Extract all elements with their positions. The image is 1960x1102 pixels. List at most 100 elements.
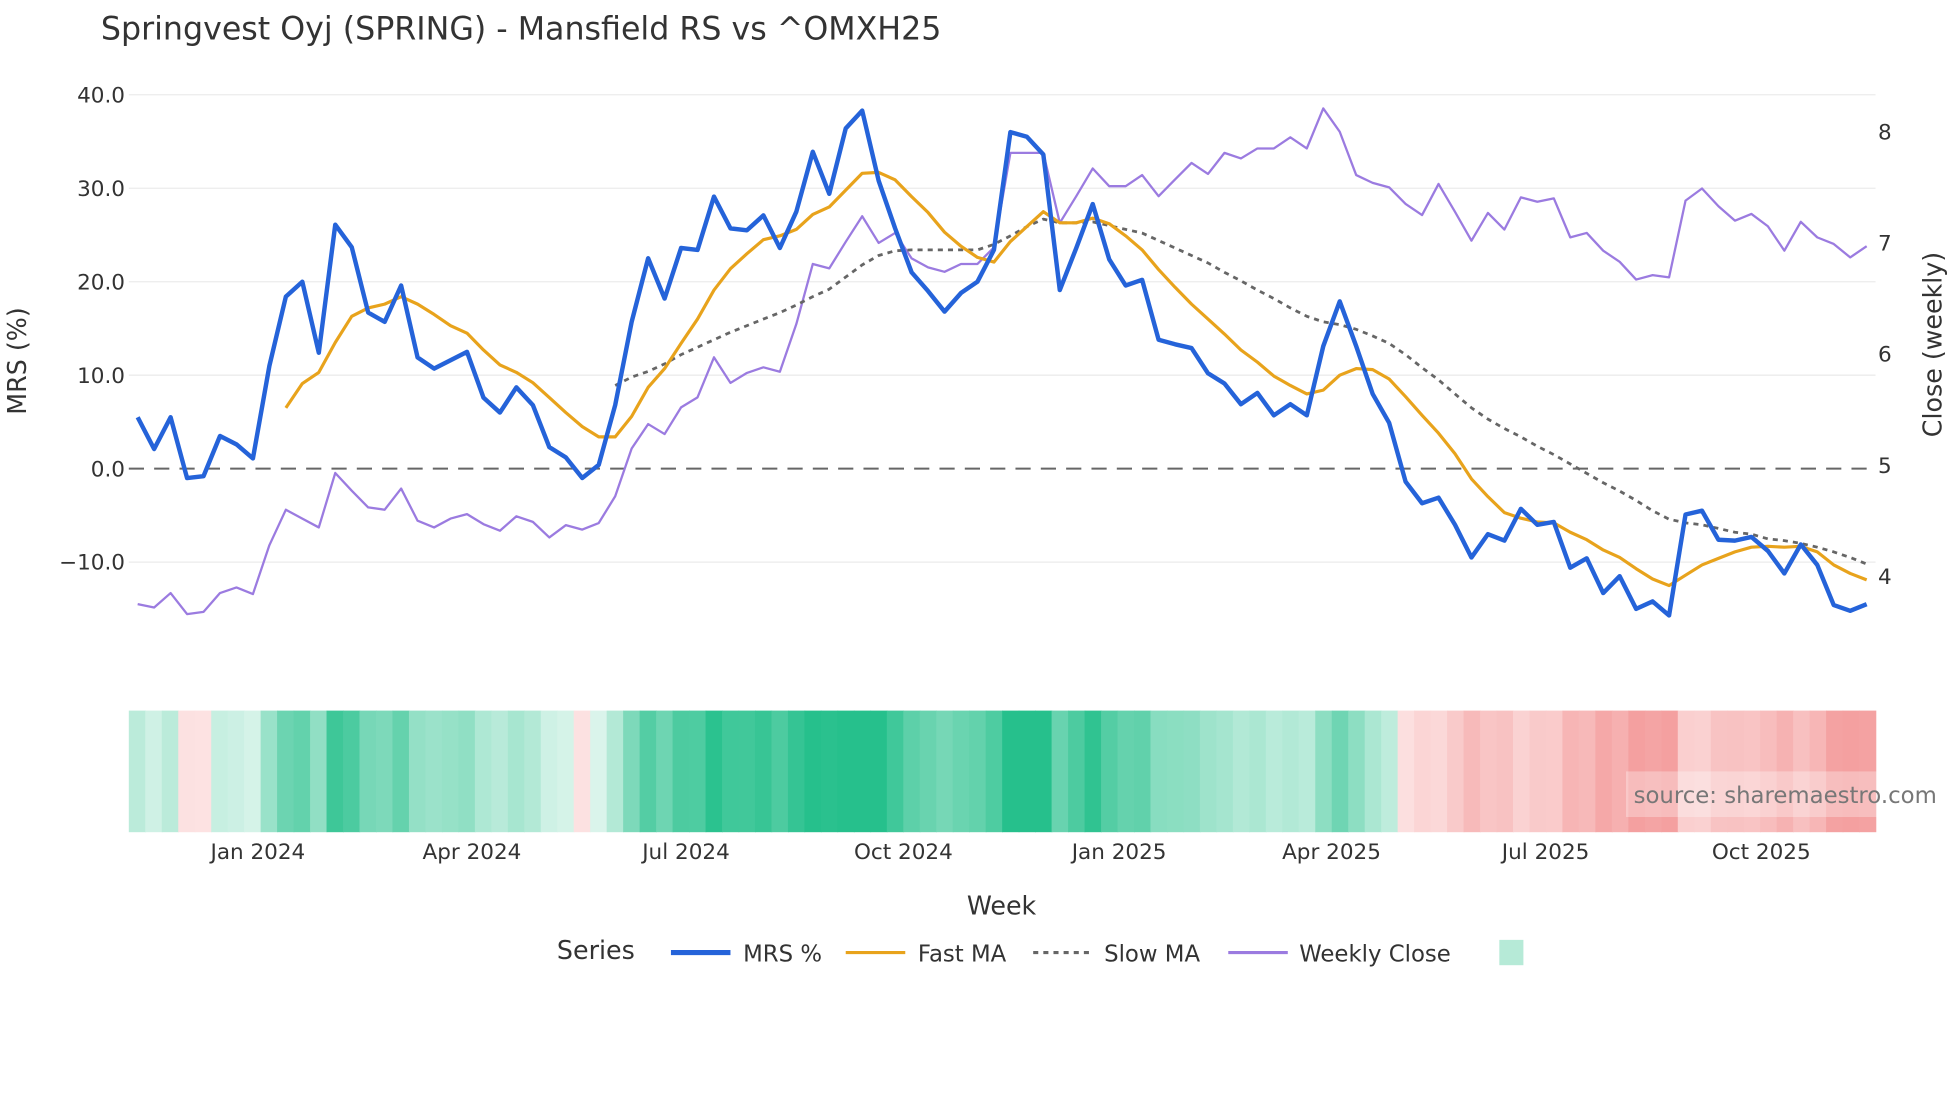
heatmap-cell — [804, 710, 822, 833]
heatmap-cell — [540, 710, 559, 833]
heatmap-cell — [557, 710, 575, 833]
heatmap-cell — [161, 710, 179, 833]
x-tick-label: Jul 2025 — [1500, 840, 1590, 865]
heatmap-cell — [1447, 710, 1465, 833]
y-axis-ticks: 40.0 30.0 20.0 10.0 0.0 −10.0 — [59, 83, 125, 575]
heatmap-cell — [425, 710, 443, 833]
heatmap-cell — [227, 710, 245, 833]
heatmap-cell — [870, 710, 888, 833]
heatmap-cell — [1051, 710, 1069, 833]
heatmap-cell — [1018, 710, 1036, 833]
y-axis-title: MRS (%) — [2, 307, 32, 414]
legend-label: Fast MA — [918, 941, 1007, 967]
heatmap-cell — [178, 710, 196, 833]
heatmap-cell — [1595, 710, 1613, 833]
heatmap-cell — [1414, 710, 1432, 833]
heatmap-cell — [1578, 710, 1597, 833]
heatmap-cell — [787, 710, 806, 833]
heatmap-cell — [672, 710, 690, 833]
heatmap-cell — [211, 710, 229, 833]
heatmap-cell — [853, 710, 872, 833]
heatmap-cell — [1430, 710, 1448, 833]
y2-tick-label: 6 — [1878, 343, 1892, 368]
legend-label: Weekly Close — [1299, 941, 1451, 967]
heatmap-cell — [1529, 710, 1547, 833]
heatmap-cell — [1496, 710, 1514, 833]
heatmap-cell — [392, 710, 410, 833]
heatmap-cell — [623, 710, 641, 833]
heatmap-cell — [1265, 710, 1284, 833]
y2-tick-label: 7 — [1878, 231, 1892, 256]
heatmap-cell — [375, 710, 394, 833]
heatmap-cell — [1298, 710, 1317, 833]
x-tick-label: Jul 2024 — [640, 840, 730, 865]
y2-axis-ticks: 8 7 6 5 4 — [1878, 120, 1892, 590]
heatmap-cell — [491, 710, 509, 833]
heatmap-cell — [310, 710, 328, 833]
x-tick-label: Jan 2024 — [208, 840, 305, 865]
heatmap-cell — [590, 710, 608, 833]
heatmap-cell — [606, 710, 624, 833]
legend-label: MRS % — [743, 941, 822, 967]
y2-tick-label: 8 — [1878, 120, 1892, 145]
heatmap-cell — [128, 710, 147, 833]
source-note: source: sharemaestro.com — [1634, 783, 1937, 809]
heatmap-cell — [1348, 710, 1366, 833]
heatmap-cell — [705, 710, 723, 833]
y2-tick-label: 5 — [1878, 454, 1892, 479]
heatmap-cell — [1068, 710, 1086, 833]
heatmap-cell — [277, 710, 295, 833]
heatmap-cell — [1232, 710, 1251, 833]
heatmap-cell — [1150, 710, 1168, 833]
legend: Series MRS % Fast MA Slow MA Weekly Close — [557, 935, 1524, 967]
heatmap-cell — [145, 710, 163, 833]
x-tick-label: Jan 2025 — [1070, 840, 1167, 865]
y-tick-label: 40.0 — [77, 83, 125, 108]
heatmap-cell — [458, 710, 476, 833]
mrs-heatmap-strip — [128, 710, 1877, 833]
heatmap-cell — [1463, 710, 1481, 833]
heatmap-cell — [1216, 710, 1234, 833]
heatmap-cell — [1101, 710, 1119, 833]
heatmap-cell — [1166, 710, 1185, 833]
heatmap-cell — [738, 710, 756, 833]
heatmap-cell — [1117, 710, 1135, 833]
x-tick-label: Apr 2024 — [423, 840, 522, 865]
heatmap-cell — [194, 710, 212, 833]
heatmap-cell — [293, 710, 311, 833]
series-line-fast-ma — [284, 170, 1868, 588]
heatmap-cell — [1035, 710, 1053, 833]
heatmap-cell — [573, 710, 591, 833]
heatmap-cell — [969, 710, 987, 833]
y-tick-label: 10.0 — [77, 364, 125, 389]
heatmap-cell — [408, 710, 427, 833]
mrs-chart: Springvest Oyj (SPRING) - Mansfield RS v… — [2, 11, 1960, 967]
heatmap-cell — [1381, 710, 1399, 833]
heatmap-cell — [244, 710, 262, 833]
heatmap-cell — [1084, 710, 1102, 833]
heatmap-cell — [1134, 710, 1152, 833]
heatmap-cell — [1183, 710, 1201, 833]
heatmap-cell — [260, 710, 278, 833]
x-tick-label: Oct 2024 — [854, 840, 953, 865]
series-line-slow-ma — [614, 217, 1868, 566]
heatmap-cell — [1364, 710, 1382, 833]
chart-title: Springvest Oyj (SPRING) - Mansfield RS v… — [101, 11, 941, 47]
series-line-mrs — [135, 108, 1868, 618]
y2-tick-label: 4 — [1878, 565, 1892, 590]
heatmap-cell — [820, 710, 839, 833]
x-tick-label: Oct 2025 — [1712, 840, 1811, 865]
heatmap-cell — [656, 710, 674, 833]
heatmap-cell — [936, 710, 954, 833]
heatmap-cell — [985, 710, 1003, 833]
heatmap-cell — [1249, 710, 1267, 833]
heatmap-cell — [1315, 710, 1333, 833]
y-tick-label: 0.0 — [91, 457, 125, 482]
heatmap-cell — [837, 710, 855, 833]
heatmap-cell — [1397, 710, 1415, 833]
heatmap-cell — [754, 710, 773, 833]
heatmap-cell — [903, 710, 921, 833]
heatmap-cell — [639, 710, 657, 833]
heatmap-cell — [474, 710, 493, 833]
heatmap-cell — [1562, 710, 1580, 833]
